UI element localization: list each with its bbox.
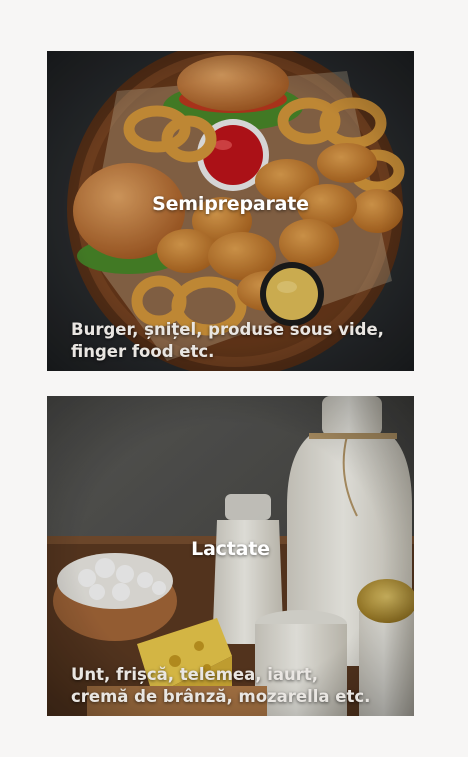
category-card-semipreparate[interactable]: Semipreparate Burger, șnițel, produse so…: [47, 51, 414, 371]
category-description: Burger, șnițel, produse sous vide, finge…: [71, 319, 400, 363]
category-description-line: Unt, frișcă, telemea, iaurt,: [71, 665, 319, 684]
category-title: Semipreparate: [152, 193, 309, 215]
category-card-lactate[interactable]: Lactate Unt, frișcă, telemea, iaurt, cre…: [47, 396, 414, 716]
category-description-line: Burger, șnițel, produse sous vide,: [71, 320, 384, 339]
category-description-line: finger food etc.: [71, 342, 215, 361]
category-title: Lactate: [191, 538, 270, 560]
category-description-line: cremă de brânză, mozarella etc.: [71, 687, 371, 706]
category-description: Unt, frișcă, telemea, iaurt, cremă de br…: [71, 664, 400, 708]
